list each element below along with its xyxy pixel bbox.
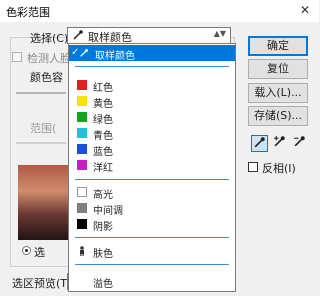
dropdown-item-greens[interactable]: 绿色 [69, 109, 235, 126]
dropdown-item-label: 溢色 [93, 279, 113, 290]
select-dropdown[interactable]: 取样颜色 ▲▼ [67, 27, 231, 44]
dropdown-item-skin-tones[interactable]: 肤色 [69, 243, 235, 260]
yellow-swatch [77, 96, 87, 106]
dropdown-item-label: 蓝色 [93, 147, 113, 158]
reset-button[interactable]: 复位 [248, 59, 308, 79]
red-swatch [77, 80, 87, 90]
eyedropper-icon [73, 30, 83, 40]
dropdown-item-label: 绿色 [93, 115, 113, 126]
invert-checkbox[interactable] [248, 162, 258, 172]
fuzziness-slider[interactable] [16, 92, 66, 94]
detect-faces-checkbox[interactable] [12, 52, 22, 62]
eyedropper-plus-icon [274, 136, 285, 147]
highlights-swatch [77, 187, 87, 197]
dropdown-item-label: 中间调 [93, 206, 123, 217]
dropdown-item-label: 黄色 [93, 99, 113, 110]
dropdown-item-label: 青色 [93, 131, 113, 142]
dropdown-item-label: 高光 [93, 190, 113, 201]
eyedropper-add-tool-button[interactable] [271, 135, 288, 152]
dropdown-item-yellows[interactable]: 黄色 [69, 93, 235, 110]
dropdown-item-label: 红色 [93, 83, 113, 94]
detect-faces-label: 检测人脸 [27, 52, 71, 65]
range-slider[interactable] [16, 142, 66, 144]
select-dropdown-list: ✓ 取样颜色 红色 黄色 绿色 青色 蓝色 洋红 高光 中间调 阴影 肤色 溢色 [68, 43, 236, 292]
dropdown-item-label: 洋红 [93, 163, 113, 174]
selection-preview-image [18, 165, 68, 240]
dropdown-item-midtones[interactable]: 中间调 [69, 200, 235, 217]
fuzziness-label: 颜色容 [30, 71, 63, 84]
eyedropper-icon [254, 137, 265, 148]
dropdown-item-shadows[interactable]: 阴影 [69, 216, 235, 233]
dropdown-item-label: 肤色 [93, 249, 113, 260]
invert-label: 反相(I) [262, 162, 296, 175]
dropdown-item-reds[interactable]: 红色 [69, 77, 235, 94]
dropdown-separator [75, 66, 229, 67]
person-icon [80, 246, 84, 256]
select-label: 选择(C): [30, 32, 72, 45]
midtones-swatch [77, 203, 87, 213]
eyedropper-minus-icon [294, 136, 305, 147]
dropdown-separator [75, 264, 229, 265]
selection-preview-label: 选区预览(T): [12, 277, 76, 290]
selection-radio-label: 选 [34, 246, 45, 259]
shadows-swatch [77, 219, 87, 229]
window-title: 色彩范围 [6, 6, 50, 19]
blue-swatch [77, 144, 87, 154]
dropdown-item-out-of-gamut[interactable]: 溢色 [69, 273, 235, 290]
eyedropper-tool-button[interactable] [251, 135, 268, 152]
dropdown-separator [75, 237, 229, 238]
ok-button[interactable]: 确定 [248, 36, 308, 56]
dropdown-item-magentas[interactable]: 洋红 [69, 157, 235, 174]
load-button[interactable]: 载入(L)... [248, 83, 308, 103]
dropdown-item-blues[interactable]: 蓝色 [69, 141, 235, 158]
range-label: 范围( [30, 122, 57, 135]
dropdown-item-label: 取样颜色 [95, 51, 135, 62]
magenta-swatch [77, 160, 87, 170]
selection-radio[interactable] [22, 246, 31, 255]
dropdown-separator [75, 179, 229, 180]
eyedropper-icon [80, 49, 88, 57]
dropdown-item-sampled-colors[interactable]: ✓ 取样颜色 [69, 45, 235, 62]
dropdown-item-highlights[interactable]: 高光 [69, 184, 235, 201]
green-swatch [77, 112, 87, 122]
close-icon[interactable]: ✕ [297, 2, 313, 18]
chevron-updown-icon: ▲▼ [213, 29, 226, 38]
cyan-swatch [77, 128, 87, 138]
dropdown-item-cyans[interactable]: 青色 [69, 125, 235, 142]
save-button[interactable]: 存储(S)... [248, 106, 308, 126]
dropdown-item-label: 阴影 [93, 222, 113, 233]
eyedropper-subtract-tool-button[interactable] [291, 135, 308, 152]
